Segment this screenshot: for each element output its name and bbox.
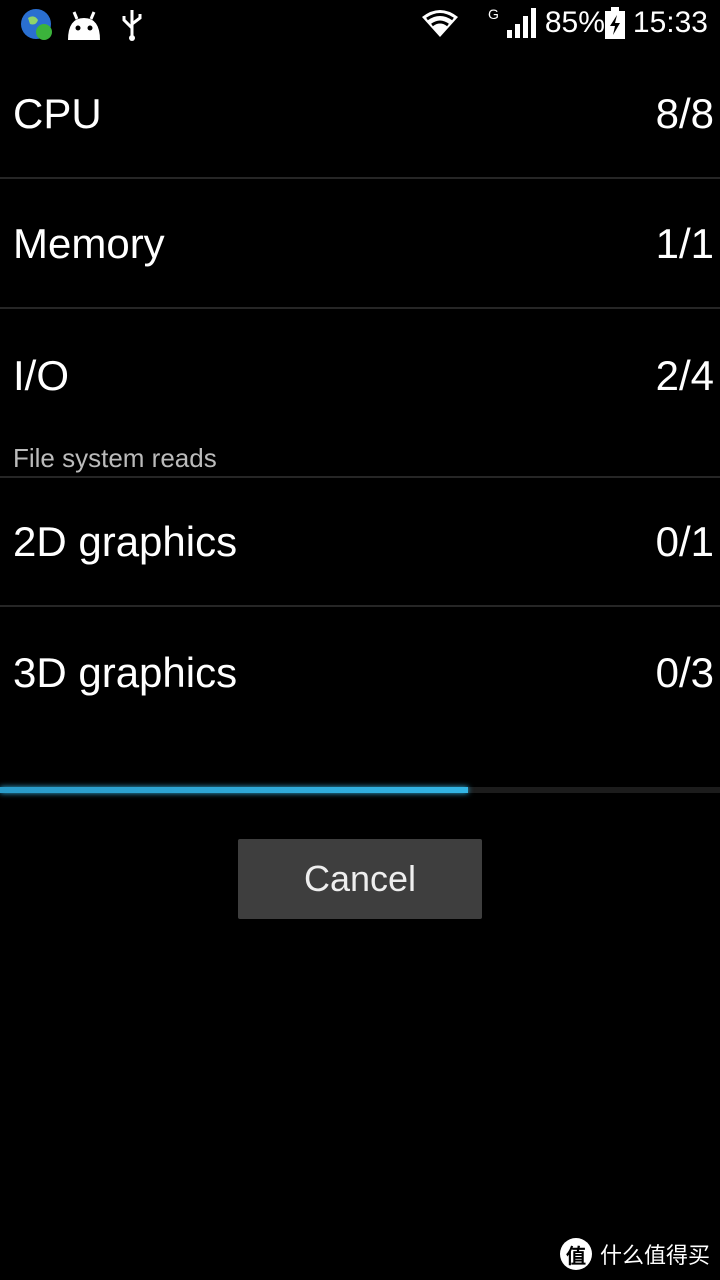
row-value: 0/3	[655, 648, 714, 696]
test-row-3d-graphics: 3D graphics 0/3	[0, 608, 720, 737]
progress-bar	[0, 787, 720, 793]
watermark-text: 什么值得买	[599, 1243, 710, 1268]
battery-percent: 85%	[544, 6, 605, 39]
wifi-icon	[421, 10, 458, 37]
watermark: 值 什么值得买	[559, 1238, 710, 1270]
usb-icon	[122, 10, 142, 41]
row-value: 8/8	[655, 89, 714, 137]
globe-sync-icon	[21, 9, 52, 40]
watermark-logo: 值	[559, 1238, 592, 1270]
battery-charging-icon	[604, 7, 625, 39]
row-label: 2D graphics	[13, 517, 238, 565]
row-label: Memory	[13, 219, 165, 267]
progress-fill	[0, 787, 468, 793]
row-value: 1/1	[655, 219, 714, 267]
current-test-label: File system reads	[13, 443, 217, 473]
android-icon	[68, 11, 100, 40]
test-row-2d-graphics: 2D graphics 0/1	[0, 478, 720, 607]
test-row-cpu: CPU 8/8	[0, 50, 720, 179]
row-label: CPU	[13, 89, 102, 137]
signal-icon	[506, 8, 536, 38]
row-value: 0/1	[655, 517, 714, 565]
row-label: 3D graphics	[13, 648, 238, 696]
test-row-memory: Memory 1/1	[0, 180, 720, 309]
network-type: G	[487, 6, 499, 22]
cancel-button[interactable]: Cancel	[238, 839, 482, 919]
row-value: 2/4	[655, 352, 714, 399]
status-bar: G 85% 15:33	[0, 0, 720, 50]
clock: 15:33	[632, 6, 708, 39]
row-label: I/O	[13, 352, 70, 399]
